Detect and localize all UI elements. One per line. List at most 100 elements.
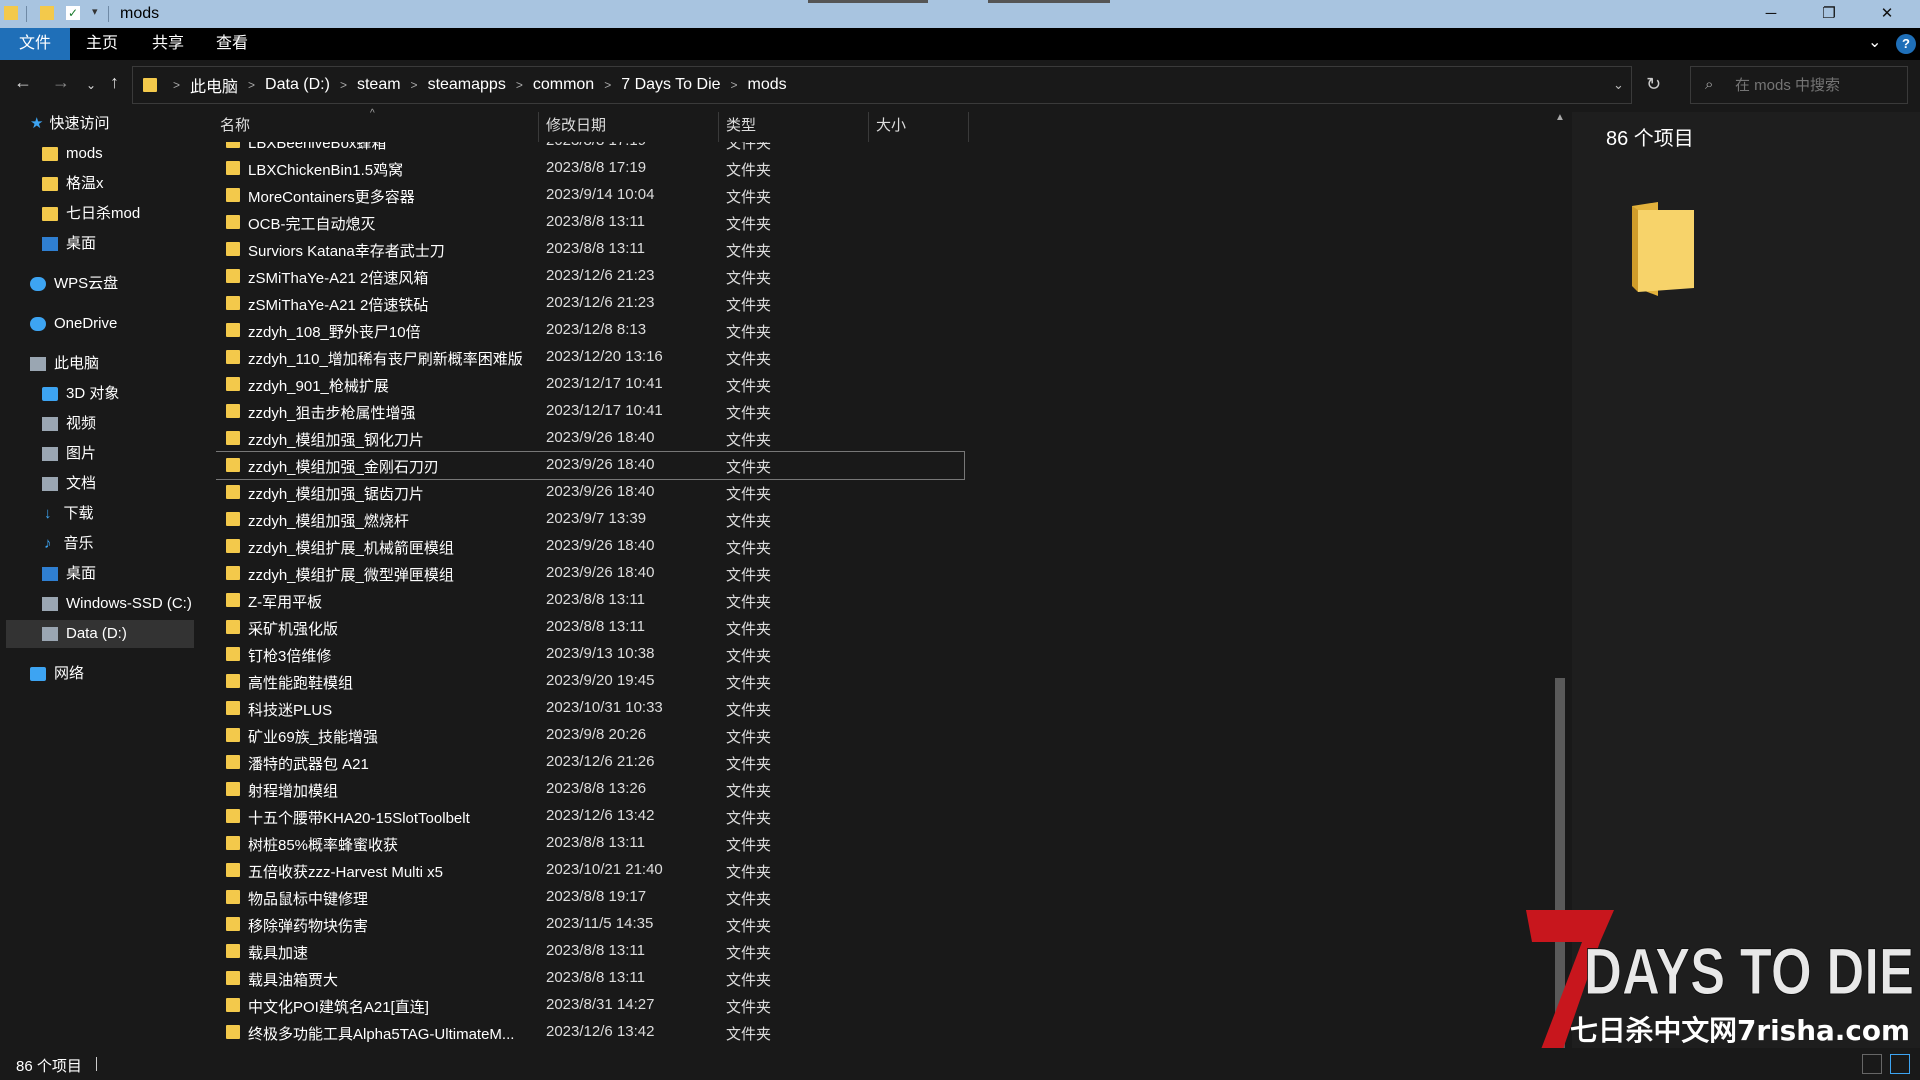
chevron-down-icon[interactable]: ⌄ <box>1613 77 1624 93</box>
list-item[interactable]: 树桩85%概率蜂蜜收获 2023/8/8 13:11 文件夹 <box>216 830 964 857</box>
list-item[interactable]: 采矿机强化版 2023/8/8 13:11 文件夹 <box>216 614 964 641</box>
list-item[interactable]: 潘特的武器包 A21 2023/12/6 21:26 文件夹 <box>216 749 964 776</box>
chevron-right-icon[interactable]: > <box>510 78 529 92</box>
list-item[interactable]: zzdyh_模组加强_金刚石刀刃 2023/9/26 18:40 文件夹 <box>216 451 965 480</box>
list-item[interactable]: zzdyh_模组加强_锯齿刀片 2023/9/26 18:40 文件夹 <box>216 479 964 506</box>
chevron-right-icon[interactable]: > <box>405 78 424 92</box>
list-item[interactable]: zzdyh_108_野外丧尸10倍 2023/12/8 8:13 文件夹 <box>216 317 964 344</box>
quick-folder-icon[interactable] <box>40 6 54 20</box>
nav-item-drive-d[interactable]: Data (D:) <box>6 620 194 648</box>
chevron-right-icon[interactable]: > <box>598 78 617 92</box>
file-name: 十五个腰带KHA20-15SlotToolbelt <box>248 810 470 827</box>
list-item[interactable]: 载具加速 2023/8/8 13:11 文件夹 <box>216 938 964 965</box>
column-divider[interactable] <box>968 112 969 142</box>
list-item[interactable]: 移除弹药物块伤害 2023/11/5 14:35 文件夹 <box>216 911 964 938</box>
list-item[interactable]: 五倍收获zzz-Harvest Multi x5 2023/10/21 21:40… <box>216 857 964 884</box>
column-divider[interactable] <box>718 112 719 142</box>
column-header-date[interactable]: 修改日期 <box>546 110 606 142</box>
tab-view[interactable]: 查看 <box>204 28 260 60</box>
breadcrumb-data-d[interactable]: Data (D:) <box>261 76 334 94</box>
search-input[interactable] <box>1733 73 1901 97</box>
list-item[interactable]: 中文化POI建筑名A21[直连] 2023/8/31 14:27 文件夹 <box>216 992 964 1019</box>
list-item[interactable]: MoreContainers更多容器 2023/9/14 10:04 文件夹 <box>216 182 964 209</box>
list-item[interactable]: zzdyh_狙击步枪属性增强 2023/12/17 10:41 文件夹 <box>216 398 964 425</box>
nav-wps-cloud[interactable]: WPS云盘 <box>30 270 118 298</box>
forward-button[interactable]: → <box>52 72 70 93</box>
list-item[interactable]: zzdyh_901_枪械扩展 2023/12/17 10:41 文件夹 <box>216 371 964 398</box>
ribbon-expand-icon[interactable]: ⌄ <box>1868 32 1881 52</box>
breadcrumb-common[interactable]: common <box>529 76 598 94</box>
list-item[interactable]: Z-军用平板 2023/8/8 13:11 文件夹 <box>216 587 964 614</box>
breadcrumb-steamapps[interactable]: steamapps <box>424 76 510 94</box>
properties-check-icon[interactable]: ✓ <box>66 6 80 20</box>
list-item[interactable]: zzdyh_110_增加稀有丧尸刷新概率困难版 2023/12/20 13:16 文… <box>216 344 964 371</box>
list-item[interactable]: 终极多功能工具Alpha5TAG-UltimateM... 2023/12/6 1… <box>216 1019 964 1046</box>
list-item[interactable]: 矿业69族_技能增强 2023/9/8 20:26 文件夹 <box>216 722 964 749</box>
list-item[interactable]: zzdyh_模组扩展_微型弹匣模组 2023/9/26 18:40 文件夹 <box>216 560 964 587</box>
chevron-right-icon[interactable]: > <box>725 78 744 92</box>
list-item[interactable]: zSMiThaYe-A21 2倍速铁砧 2023/12/6 21:23 文件夹 <box>216 290 964 317</box>
nav-item-3d-objects[interactable]: 3D 对象 <box>42 380 119 408</box>
chevron-right-icon[interactable]: > <box>334 78 353 92</box>
large-icons-view-icon[interactable] <box>1890 1054 1910 1074</box>
list-item[interactable]: 高性能跑鞋模组 2023/9/20 19:45 文件夹 <box>216 668 964 695</box>
tab-home[interactable]: 主页 <box>74 28 130 60</box>
refresh-icon[interactable]: ↻ <box>1646 74 1661 95</box>
back-button[interactable]: ← <box>14 72 32 93</box>
tab-file[interactable]: 文件 <box>0 28 70 60</box>
nav-item-mods[interactable]: mods <box>42 140 103 168</box>
nav-item-desktop[interactable]: 桌面 <box>42 230 96 258</box>
breadcrumb-steam[interactable]: steam <box>353 76 405 94</box>
file-type: 文件夹 <box>726 810 772 827</box>
list-item[interactable]: 科技迷PLUS 2023/10/31 10:33 文件夹 <box>216 695 964 722</box>
nav-item-7dtd-mod[interactable]: 七日杀mod <box>42 200 140 228</box>
list-item[interactable]: zzdyh_模组加强_燃烧杆 2023/9/7 13:39 文件夹 <box>216 506 964 533</box>
chevron-right-icon[interactable]: > <box>242 78 261 92</box>
details-view-icon[interactable] <box>1862 1054 1882 1074</box>
nav-item-desktop-pc[interactable]: 桌面 <box>42 560 96 588</box>
column-divider[interactable] <box>538 112 539 142</box>
tab-share[interactable]: 共享 <box>140 28 196 60</box>
breadcrumb-7-days-to-die[interactable]: 7 Days To Die <box>617 76 724 94</box>
list-item[interactable]: zzdyh_模组扩展_机械箭匣模组 2023/9/26 18:40 文件夹 <box>216 533 964 560</box>
column-header-name[interactable]: 名称 <box>220 110 250 142</box>
nav-onedrive[interactable]: OneDrive <box>30 310 117 338</box>
breadcrumb-mods[interactable]: mods <box>744 76 791 94</box>
nav-item-pictures[interactable]: 图片 <box>42 440 96 468</box>
nav-item-documents[interactable]: 文档 <box>42 470 96 498</box>
list-item[interactable]: 载具油箱贾大 2023/8/8 13:11 文件夹 <box>216 965 964 992</box>
restore-button[interactable]: ❐ <box>1806 0 1852 28</box>
list-item[interactable]: LBXBeehiveBox蜂箱 2023/8/8 17:19 文件夹 <box>216 142 964 155</box>
list-item[interactable]: zSMiThaYe-A21 2倍速风箱 2023/12/6 21:23 文件夹 <box>216 263 964 290</box>
nav-network[interactable]: 网络 <box>30 660 84 688</box>
up-button[interactable]: ↑ <box>110 72 119 93</box>
list-item[interactable]: 射程增加模组 2023/8/8 13:26 文件夹 <box>216 776 964 803</box>
nav-item-videos[interactable]: 视频 <box>42 410 96 438</box>
address-bar[interactable]: > 此电脑 > Data (D:) > steam > steamapps > … <box>132 66 1632 104</box>
nav-item-downloads[interactable]: ↓ 下载 <box>42 500 94 528</box>
nav-quick-access[interactable]: ★ 快速访问 <box>30 110 109 138</box>
customize-toolbar-icon[interactable]: ▾ <box>92 5 98 18</box>
close-button[interactable]: ✕ <box>1864 0 1910 28</box>
nav-this-pc[interactable]: 此电脑 <box>30 350 99 378</box>
list-item[interactable]: Surviors Katana幸存者武士刀 2023/8/8 13:11 文件夹 <box>216 236 964 263</box>
column-header-type[interactable]: 类型 <box>726 110 756 142</box>
nav-item-gewen[interactable]: 格温x <box>42 170 104 198</box>
column-divider[interactable] <box>868 112 869 142</box>
column-header-size[interactable]: 大小 <box>876 110 906 142</box>
list-item[interactable]: 钉枪3倍维修 2023/9/13 10:38 文件夹 <box>216 641 964 668</box>
minimize-button[interactable]: ─ <box>1748 0 1794 28</box>
scroll-up-icon[interactable]: ▲ <box>1555 112 1565 123</box>
list-item[interactable]: OCB-完工自动熄灭 2023/8/8 13:11 文件夹 <box>216 209 964 236</box>
breadcrumb-this-pc[interactable]: 此电脑 <box>186 73 242 97</box>
help-icon[interactable]: ? <box>1896 34 1916 54</box>
list-item[interactable]: 十五个腰带KHA20-15SlotToolbelt 2023/12/6 13:42… <box>216 803 964 830</box>
nav-item-drive-c[interactable]: Windows-SSD (C:) <box>42 590 192 618</box>
recent-locations-icon[interactable]: ⌄ <box>86 78 96 92</box>
nav-item-music[interactable]: ♪ 音乐 <box>42 530 94 558</box>
list-item[interactable]: zzdyh_模组加强_钢化刀片 2023/9/26 18:40 文件夹 <box>216 425 964 452</box>
list-item[interactable]: 物品鼠标中键修理 2023/8/8 19:17 文件夹 <box>216 884 964 911</box>
search-box[interactable]: ⌕ <box>1690 66 1908 104</box>
chevron-right-icon[interactable]: > <box>167 78 186 92</box>
list-item[interactable]: LBXChickenBin1.5鸡窝 2023/8/8 17:19 文件夹 <box>216 155 964 182</box>
